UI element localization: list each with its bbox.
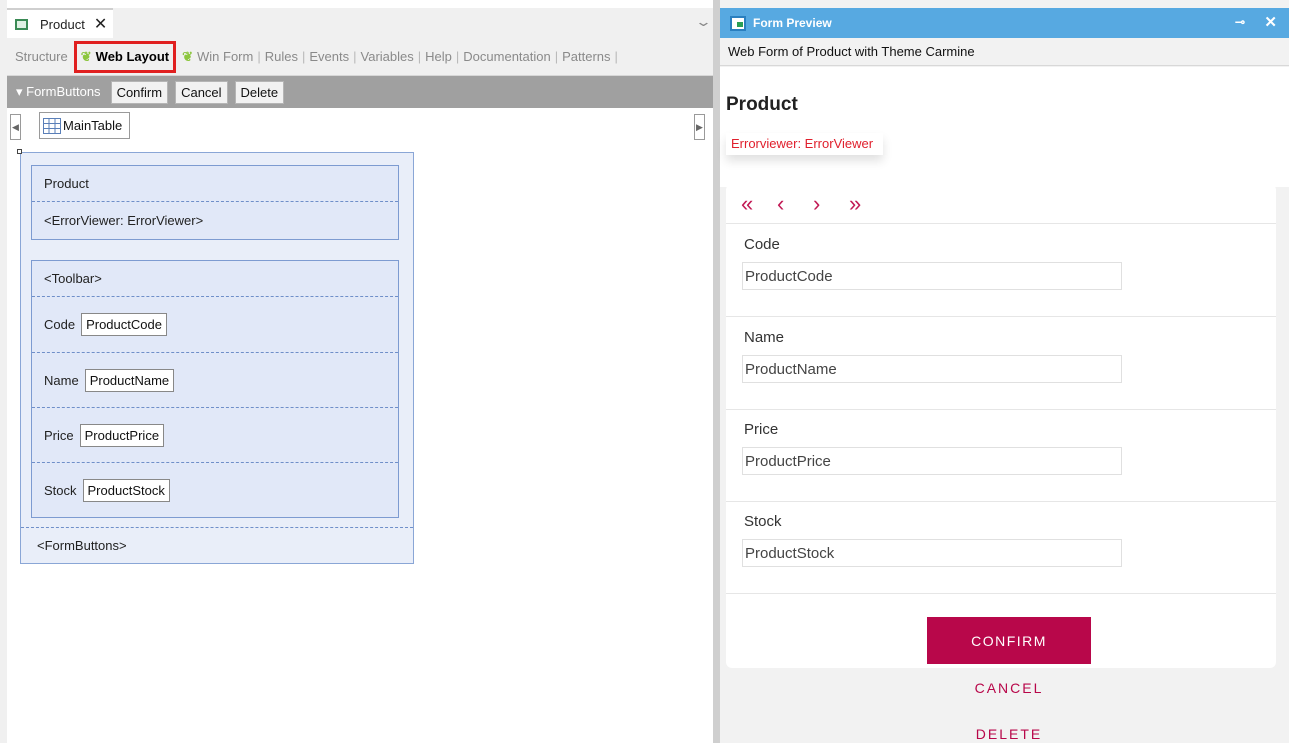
scroll-left-arrow[interactable]: ◀ xyxy=(10,114,21,140)
preview-code-input[interactable]: ProductCode xyxy=(742,262,1122,290)
web-form-canvas[interactable]: Product <ErrorViewer: ErrorViewer> <Tool… xyxy=(17,149,414,564)
table-navigation-row: ◀ MainTable ▶ xyxy=(7,112,717,140)
toolbar-control: <Toolbar> xyxy=(44,271,102,286)
form-preview-title-bar: Form Preview ⊸ ✕ xyxy=(720,8,1289,38)
code-row[interactable]: Code ProductCode xyxy=(32,297,398,353)
preview-price-label: Price xyxy=(744,421,779,438)
form-preview-panel: Form Preview ⊸ ✕ Web Form of Product wit… xyxy=(720,0,1289,743)
error-viewer-row[interactable]: <ErrorViewer: ErrorViewer> xyxy=(32,202,398,239)
product-price-field[interactable]: ProductPrice xyxy=(79,423,165,447)
preview-code-group: Code ProductCode xyxy=(726,224,1276,317)
preview-error-viewer: Errorviewer: ErrorViewer xyxy=(726,133,884,155)
win-form-icon: ❦ xyxy=(182,48,193,64)
transaction-icon xyxy=(15,18,28,30)
product-stock-field[interactable]: ProductStock xyxy=(82,478,170,502)
card-table[interactable]: <Toolbar> Code ProductCode Name ProductN… xyxy=(31,260,399,518)
form-buttons-group-label[interactable]: ▾ FormButtons xyxy=(16,84,101,100)
tab-variables[interactable]: Variables xyxy=(357,49,418,64)
stock-row[interactable]: Stock ProductStock xyxy=(32,463,398,517)
name-row[interactable]: Name ProductName xyxy=(32,353,398,408)
name-label: Name xyxy=(44,372,79,388)
cancel-button[interactable]: Cancel xyxy=(175,80,228,104)
document-tab-title: Product xyxy=(40,16,85,32)
header-title-row[interactable]: Product xyxy=(32,166,398,202)
pin-icon[interactable]: ⊸ xyxy=(1235,15,1245,29)
form-preview-icon xyxy=(730,15,746,31)
tab-web-layout[interactable]: ❦ Web Layout xyxy=(73,40,177,73)
price-label: Price xyxy=(44,427,74,443)
header-table[interactable]: Product <ErrorViewer: ErrorViewer> xyxy=(31,165,399,240)
close-icon[interactable]: ✕ xyxy=(94,14,107,34)
preview-confirm-button[interactable]: CONFIRM xyxy=(927,617,1091,664)
table-grid-icon xyxy=(43,117,61,134)
web-layout-icon: ❦ xyxy=(80,48,92,64)
tab-help[interactable]: Help xyxy=(421,49,456,64)
form-buttons-row[interactable]: <FormButtons> xyxy=(21,527,413,563)
panel-splitter[interactable] xyxy=(713,0,720,743)
previous-record-icon[interactable]: ‹ xyxy=(777,191,813,217)
form-buttons-bar: ▾ FormButtons Confirm Cancel Delete xyxy=(7,76,717,108)
toolbar-row[interactable]: <Toolbar> xyxy=(32,261,398,297)
tab-web-layout-label: Web Layout xyxy=(95,49,170,64)
view-tab-bar: Structure ❦ Web Layout ❦ Win Form | Rule… xyxy=(7,38,717,76)
chevron-down-icon[interactable]: ⌄ xyxy=(695,14,712,30)
preview-stock-input[interactable]: ProductStock xyxy=(742,539,1122,567)
document-tab-bar: Product ✕ ⌄ xyxy=(7,8,717,38)
preview-stock-label: Stock xyxy=(744,513,782,530)
delete-button[interactable]: Delete xyxy=(234,80,285,104)
price-row[interactable]: Price ProductPrice xyxy=(32,408,398,463)
form-preview-title: Form Preview xyxy=(753,16,832,30)
code-label: Code xyxy=(44,317,76,332)
maintable-selector[interactable]: MainTable xyxy=(39,112,131,139)
first-record-icon[interactable]: « xyxy=(741,191,777,217)
last-record-icon[interactable]: » xyxy=(849,191,885,217)
next-record-icon[interactable]: › xyxy=(813,191,849,217)
selection-handle[interactable] xyxy=(17,149,22,154)
product-name-field[interactable]: ProductName xyxy=(84,368,175,392)
confirm-button[interactable]: Confirm xyxy=(110,80,169,104)
preview-name-label: Name xyxy=(744,329,785,346)
preview-cancel-button[interactable]: CANCEL xyxy=(927,680,1091,696)
preview-name-group: Name ProductName xyxy=(726,317,1276,410)
tab-patterns[interactable]: Patterns xyxy=(558,49,614,64)
preview-page-title: Product xyxy=(726,94,798,115)
preview-header: Product Errorviewer: ErrorViewer xyxy=(720,67,1289,187)
scroll-right-arrow[interactable]: ▶ xyxy=(694,114,705,140)
tab-documentation[interactable]: Documentation xyxy=(459,49,554,64)
tab-separator: | xyxy=(614,49,618,64)
maintable-label: MainTable xyxy=(63,118,123,133)
header-title-text: Product xyxy=(44,176,89,191)
preview-price-group: Price ProductPrice xyxy=(726,409,1276,502)
form-buttons-control: <FormButtons> xyxy=(37,538,127,553)
close-icon[interactable]: ✕ xyxy=(1264,13,1277,31)
document-tab-product[interactable]: Product ✕ xyxy=(7,8,113,38)
preview-code-label: Code xyxy=(744,236,780,253)
tab-win-form[interactable]: ❦ Win Form xyxy=(178,49,257,65)
preview-form-card: « ‹ › » Code ProductCode Name ProductNam… xyxy=(726,184,1276,668)
preview-price-input[interactable]: ProductPrice xyxy=(742,447,1122,475)
preview-delete-button[interactable]: DELETE xyxy=(927,726,1091,742)
preview-name-input[interactable]: ProductName xyxy=(742,355,1122,383)
record-navigation-toolbar: « ‹ › » xyxy=(726,184,1276,224)
preview-subtitle: Web Form of Product with Theme Carmine xyxy=(720,38,1289,66)
tab-structure[interactable]: Structure xyxy=(11,49,72,64)
product-code-field[interactable]: ProductCode xyxy=(81,313,167,336)
preview-stock-group: Stock ProductStock xyxy=(726,501,1276,594)
tab-win-form-label: Win Form xyxy=(197,49,254,64)
error-viewer-control: <ErrorViewer: ErrorViewer> xyxy=(44,213,204,228)
stock-label: Stock xyxy=(44,482,77,498)
tab-events[interactable]: Events xyxy=(305,49,353,64)
tab-rules[interactable]: Rules xyxy=(261,49,302,64)
layout-editor: Product ✕ ⌄ Structure ❦ Web Layout ❦ Win… xyxy=(0,0,717,743)
